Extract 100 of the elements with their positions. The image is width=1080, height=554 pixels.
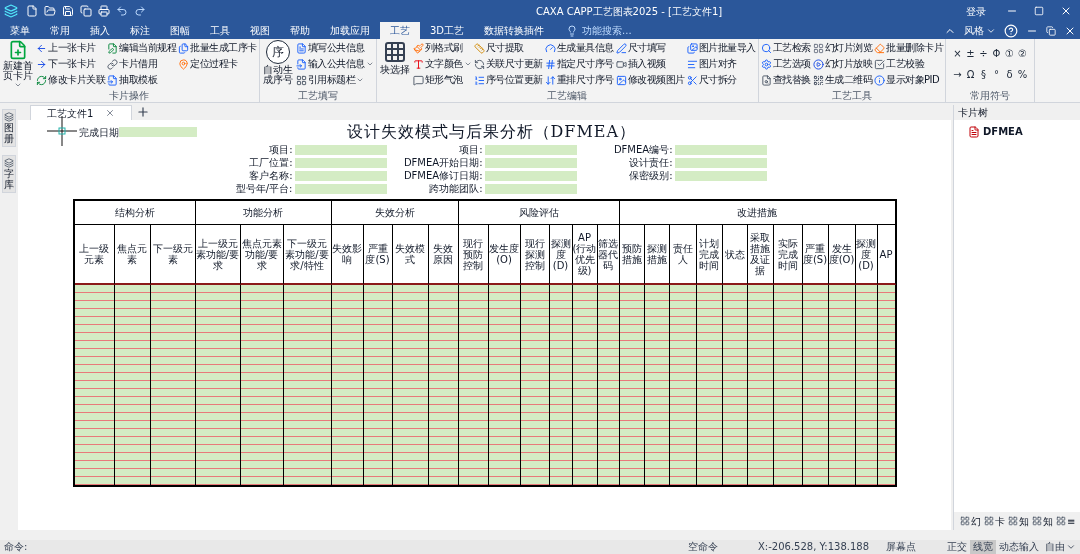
ribbon-tab[interactable]: 常用 <box>40 22 80 39</box>
ribbon-button[interactable]: 工艺校验 <box>874 56 943 72</box>
input-field[interactable] <box>118 127 197 137</box>
help-icon[interactable] <box>1004 23 1018 38</box>
ribbon-button[interactable]: 列格式刷 <box>412 40 472 56</box>
style-menu[interactable]: 风格 <box>964 23 996 38</box>
symbol-button[interactable]: ① <box>1004 46 1015 61</box>
ribbon-button[interactable]: 修改视频图片 <box>615 72 685 88</box>
symbol-button[interactable]: ÷ <box>978 46 989 61</box>
input-field[interactable] <box>484 144 577 155</box>
ribbon-button[interactable]: 卡片借用 <box>107 56 176 72</box>
ribbon-button[interactable]: 图片批量导入 <box>686 40 756 56</box>
ribbon-tab[interactable]: 插入 <box>80 22 120 39</box>
ribbon-button[interactable]: 上一张卡片 <box>36 40 105 56</box>
ribbon-button[interactable]: 指定尺寸序号 <box>544 56 614 72</box>
large-ribbon-button[interactable]: 序 自动生成序号 <box>261 40 294 90</box>
ribbon-button[interactable]: 输入公共信息 <box>295 56 374 72</box>
ribbon-button[interactable]: 幻灯片放映 <box>812 56 872 72</box>
ribbon-button[interactable]: 批量生成工序卡 <box>178 40 257 56</box>
ribbon-tab[interactable]: 视图 <box>240 22 280 39</box>
panel-tab[interactable]: 幻 <box>960 513 981 529</box>
status-toggle[interactable]: 线宽 <box>970 540 996 554</box>
large-ribbon-button[interactable]: 新建首页卡片 <box>2 40 34 90</box>
ribbon-button[interactable]: 关联尺寸更新 <box>473 56 543 72</box>
ribbon-button[interactable]: 矩形气泡 <box>412 72 472 88</box>
ribbon-button[interactable]: 图片对齐 <box>686 56 756 72</box>
symbol-button[interactable]: § <box>978 67 989 82</box>
panel-tab[interactable]: 知 <box>1032 513 1053 529</box>
input-field[interactable] <box>294 144 387 155</box>
ribbon-tab[interactable]: 标注 <box>120 22 160 39</box>
ribbon-button[interactable]: 定位过程卡 <box>178 56 257 72</box>
ribbon-button[interactable]: 重排尺寸序号 <box>544 72 614 88</box>
input-field[interactable] <box>484 170 577 181</box>
ribbon-button[interactable]: 批量删除卡片 <box>874 40 943 56</box>
ribbon-tab[interactable]: 工具 <box>200 22 240 39</box>
ribbon-button[interactable]: 工艺选项 <box>760 56 811 72</box>
ribbon-button[interactable]: 填写公共信息 <box>295 40 374 56</box>
symbol-button[interactable]: ② <box>1017 46 1028 61</box>
tree-item[interactable]: DFMEA <box>968 124 1023 139</box>
panel-tab[interactable]: 知 <box>1008 513 1029 529</box>
new-tab-icon[interactable] <box>136 105 151 119</box>
ribbon-button[interactable]: 抽取模板 <box>107 72 176 88</box>
ribbon-button[interactable]: 插入视频 <box>615 56 685 72</box>
input-field[interactable] <box>674 157 767 168</box>
input-field[interactable] <box>484 183 577 194</box>
symbol-button[interactable]: → <box>952 67 963 82</box>
open-folder-icon[interactable] <box>44 5 56 17</box>
ribbon-button[interactable]: 生成量具信息 <box>544 40 614 56</box>
ribbon-tab[interactable]: 数据转换插件 <box>474 22 555 39</box>
document-tab[interactable]: 工艺文件1 <box>30 105 133 120</box>
symbol-button[interactable]: Φ <box>991 46 1002 61</box>
side-panel-tab[interactable]: 图册 <box>2 109 16 147</box>
symbol-button[interactable]: δ <box>1004 67 1015 82</box>
close-icon[interactable] <box>105 108 116 118</box>
close-icon[interactable] <box>1060 5 1072 17</box>
ribbon-button[interactable]: 下一张卡片 <box>36 56 105 72</box>
ribbon-button[interactable]: 生成二维码 <box>812 72 872 88</box>
ribbon-tab[interactable]: 菜单 <box>0 22 40 39</box>
ribbon-button[interactable]: 尺寸拆分 <box>686 72 756 88</box>
panel-tab[interactable]: ≡ <box>1056 513 1076 529</box>
ribbon-tab[interactable]: 加载应用 <box>320 22 380 39</box>
ribbon-button[interactable]: 文字颜色 <box>412 56 472 72</box>
ribbon-tab[interactable]: 帮助 <box>280 22 320 39</box>
ribbon-button[interactable]: 幻灯片浏览 <box>812 40 872 56</box>
input-field[interactable] <box>294 170 387 181</box>
input-field[interactable] <box>674 144 767 155</box>
ribbon-button[interactable]: 编辑当前规程 <box>107 40 176 56</box>
input-field[interactable] <box>484 157 577 168</box>
symbol-button[interactable]: ± <box>965 46 976 61</box>
input-field[interactable] <box>294 157 387 168</box>
ribbon-tab[interactable]: 工艺 <box>380 22 420 39</box>
ribbon-tab[interactable]: 图幅 <box>160 22 200 39</box>
mode-dropdown[interactable]: 自由 <box>1042 540 1079 554</box>
printer-icon[interactable] <box>98 5 110 17</box>
ribbon-button[interactable]: 尺寸填写 <box>615 40 685 56</box>
save-all-icon[interactable] <box>80 5 92 17</box>
side-panel-tab[interactable]: 字库 <box>2 155 16 193</box>
undo-icon[interactable] <box>116 5 128 17</box>
symbol-button[interactable]: ° <box>991 67 1002 82</box>
maximize-icon[interactable] <box>1034 6 1044 16</box>
status-toggle[interactable]: 动态输入 <box>996 540 1042 554</box>
large-ribbon-button[interactable]: 块选择 <box>378 40 411 90</box>
ribbon-button[interactable]: 尺寸提取 <box>473 40 543 56</box>
input-field[interactable] <box>294 183 387 194</box>
redo-icon[interactable] <box>134 5 146 17</box>
search-field[interactable]: 功能搜索... <box>566 22 663 39</box>
new-file-icon[interactable] <box>26 5 38 17</box>
input-field[interactable] <box>674 170 767 181</box>
save-icon[interactable] <box>62 5 74 17</box>
symbol-button[interactable]: Ω <box>965 67 976 82</box>
ribbon-button[interactable]: 显示对象PID <box>874 72 943 88</box>
symbol-button[interactable]: × <box>952 46 963 61</box>
ribbon-button[interactable]: 修改卡片关联 <box>36 72 105 88</box>
ribbon-button[interactable]: 序号位置更新 <box>473 72 543 88</box>
restore-icon[interactable] <box>1046 25 1056 36</box>
panel-tab[interactable]: 卡 <box>984 513 1005 529</box>
ribbon-button[interactable]: 查找替换 <box>760 72 811 88</box>
ribbon-button[interactable]: 引用标题栏 <box>295 72 374 88</box>
login-button[interactable]: 登录 <box>966 3 986 19</box>
ribbon-tab[interactable]: 3D工艺 <box>420 22 475 39</box>
